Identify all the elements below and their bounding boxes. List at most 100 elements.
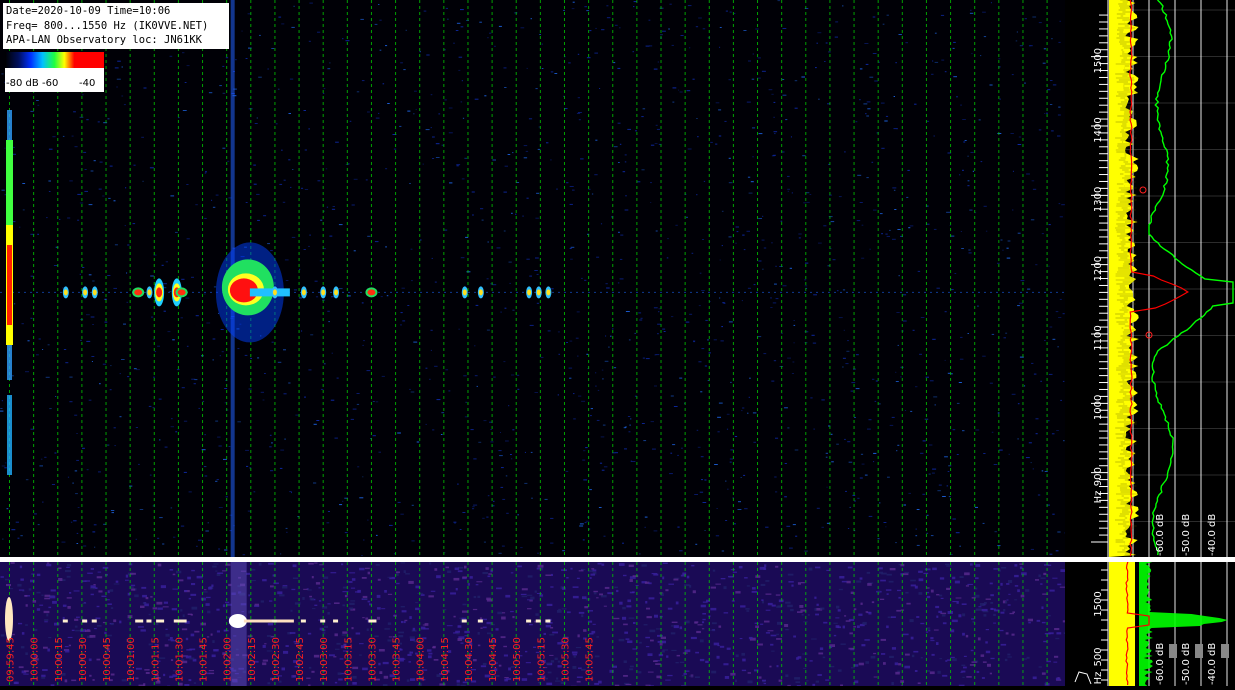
noise-speckle xyxy=(1038,495,1040,496)
zoom-speckle xyxy=(184,590,187,592)
noise-speckle xyxy=(23,209,25,210)
noise-speckle xyxy=(77,194,81,195)
noise-speckle xyxy=(387,103,390,104)
noise-speckle xyxy=(537,274,539,275)
zoom-speckle xyxy=(799,605,803,608)
zoom-speckle xyxy=(457,680,460,683)
noise-speckle xyxy=(942,496,946,497)
zoom-speckle xyxy=(644,624,648,625)
noise-speckle xyxy=(619,27,620,28)
zoom-speckle xyxy=(434,568,437,571)
noise-speckle xyxy=(664,331,666,332)
noise-speckle xyxy=(822,527,824,528)
zoom-speckle xyxy=(903,573,909,575)
zoom-speckle xyxy=(189,598,191,600)
noise-speckle xyxy=(42,502,43,503)
zoom-speckle xyxy=(785,602,791,604)
noise-speckle xyxy=(717,417,721,418)
zoom-speckle xyxy=(905,592,908,594)
noise-speckle xyxy=(157,538,159,539)
noise-speckle xyxy=(1052,433,1055,434)
zoom-speckle xyxy=(1044,564,1049,566)
noise-speckle xyxy=(283,202,285,203)
noise-speckle xyxy=(502,546,505,547)
noise-speckle xyxy=(203,401,205,402)
zoom-speckle xyxy=(421,627,425,630)
frequency-axis: 150014001300120011001000900Hz xyxy=(1065,0,1109,557)
noise-speckle xyxy=(674,406,678,407)
noise-speckle xyxy=(835,37,838,38)
noise-speckle xyxy=(721,326,723,327)
zoom-speckle xyxy=(5,579,10,581)
noise-speckle xyxy=(680,92,683,93)
zoom-speckle xyxy=(976,608,982,611)
noise-speckle xyxy=(857,220,861,221)
zoom-speckle xyxy=(290,632,296,634)
noise-speckle xyxy=(973,171,974,172)
zoom-speckle xyxy=(970,563,973,565)
zoom-echo xyxy=(526,620,531,623)
edge-band-lower xyxy=(7,395,12,475)
noise-speckle xyxy=(1050,327,1053,328)
zoom-speckle xyxy=(415,608,420,610)
echo-core xyxy=(546,289,550,295)
noise-speckle xyxy=(742,235,744,236)
noise-speckle xyxy=(548,330,551,331)
noise-speckle xyxy=(59,219,60,220)
zoom-speckle xyxy=(327,603,330,604)
zoom-speckle xyxy=(653,660,658,662)
noise-speckle xyxy=(38,524,40,525)
zoom-speckle xyxy=(930,671,935,674)
noise-speckle xyxy=(620,144,621,145)
noise-speckle xyxy=(813,294,817,295)
zoom-speckle xyxy=(759,676,762,678)
noise-speckle xyxy=(701,456,704,457)
zoom-speckle xyxy=(802,614,804,616)
zoom-speckle xyxy=(98,572,102,573)
noise-speckle xyxy=(641,116,643,117)
noise-speckle xyxy=(305,150,307,151)
zoom-speckle xyxy=(20,566,22,569)
zoom-speckle xyxy=(511,572,514,573)
zoom-speckle xyxy=(141,629,146,631)
zoom-speckle xyxy=(748,672,751,674)
noise-speckle xyxy=(0,408,2,409)
zoom-echo xyxy=(368,620,376,623)
zoom-speckle xyxy=(415,586,419,589)
zoom-speckle xyxy=(872,601,874,603)
noise-speckle xyxy=(184,421,187,422)
noise-speckle xyxy=(970,13,973,14)
noise-speckle xyxy=(806,192,809,193)
zoom-speckle xyxy=(685,650,691,653)
noise-speckle xyxy=(333,206,335,207)
zoom-speckle xyxy=(113,619,116,622)
noise-speckle xyxy=(887,15,889,16)
noise-speckle xyxy=(635,130,637,131)
zoom-speckle xyxy=(1025,589,1029,592)
zoom-marker-icon xyxy=(1075,672,1091,684)
noise-speckle xyxy=(1017,305,1020,306)
noise-speckle xyxy=(894,190,896,191)
zoom-speckle xyxy=(396,571,400,573)
zoom-speckle xyxy=(776,594,781,595)
noise-speckle xyxy=(865,113,866,114)
noise-speckle xyxy=(432,258,433,259)
noise-speckle xyxy=(599,507,602,508)
zoom-speckle xyxy=(267,635,271,637)
zoom-speckle xyxy=(629,565,634,567)
noise-speckle xyxy=(931,535,934,536)
noise-speckle xyxy=(881,103,885,104)
noise-speckle xyxy=(1036,433,1038,434)
noise-speckle xyxy=(217,437,220,438)
noise-speckle xyxy=(783,28,787,29)
zoom-speckle xyxy=(407,654,411,656)
noise-speckle xyxy=(578,396,581,397)
noise-speckle xyxy=(99,383,101,384)
noise-speckle xyxy=(997,545,1000,546)
zoom-speckle xyxy=(282,668,286,671)
zoom-speckle xyxy=(71,680,76,682)
noise-speckle xyxy=(462,512,465,513)
zoom-speckle xyxy=(923,573,928,574)
noise-speckle xyxy=(229,446,231,447)
noise-speckle xyxy=(582,460,585,461)
